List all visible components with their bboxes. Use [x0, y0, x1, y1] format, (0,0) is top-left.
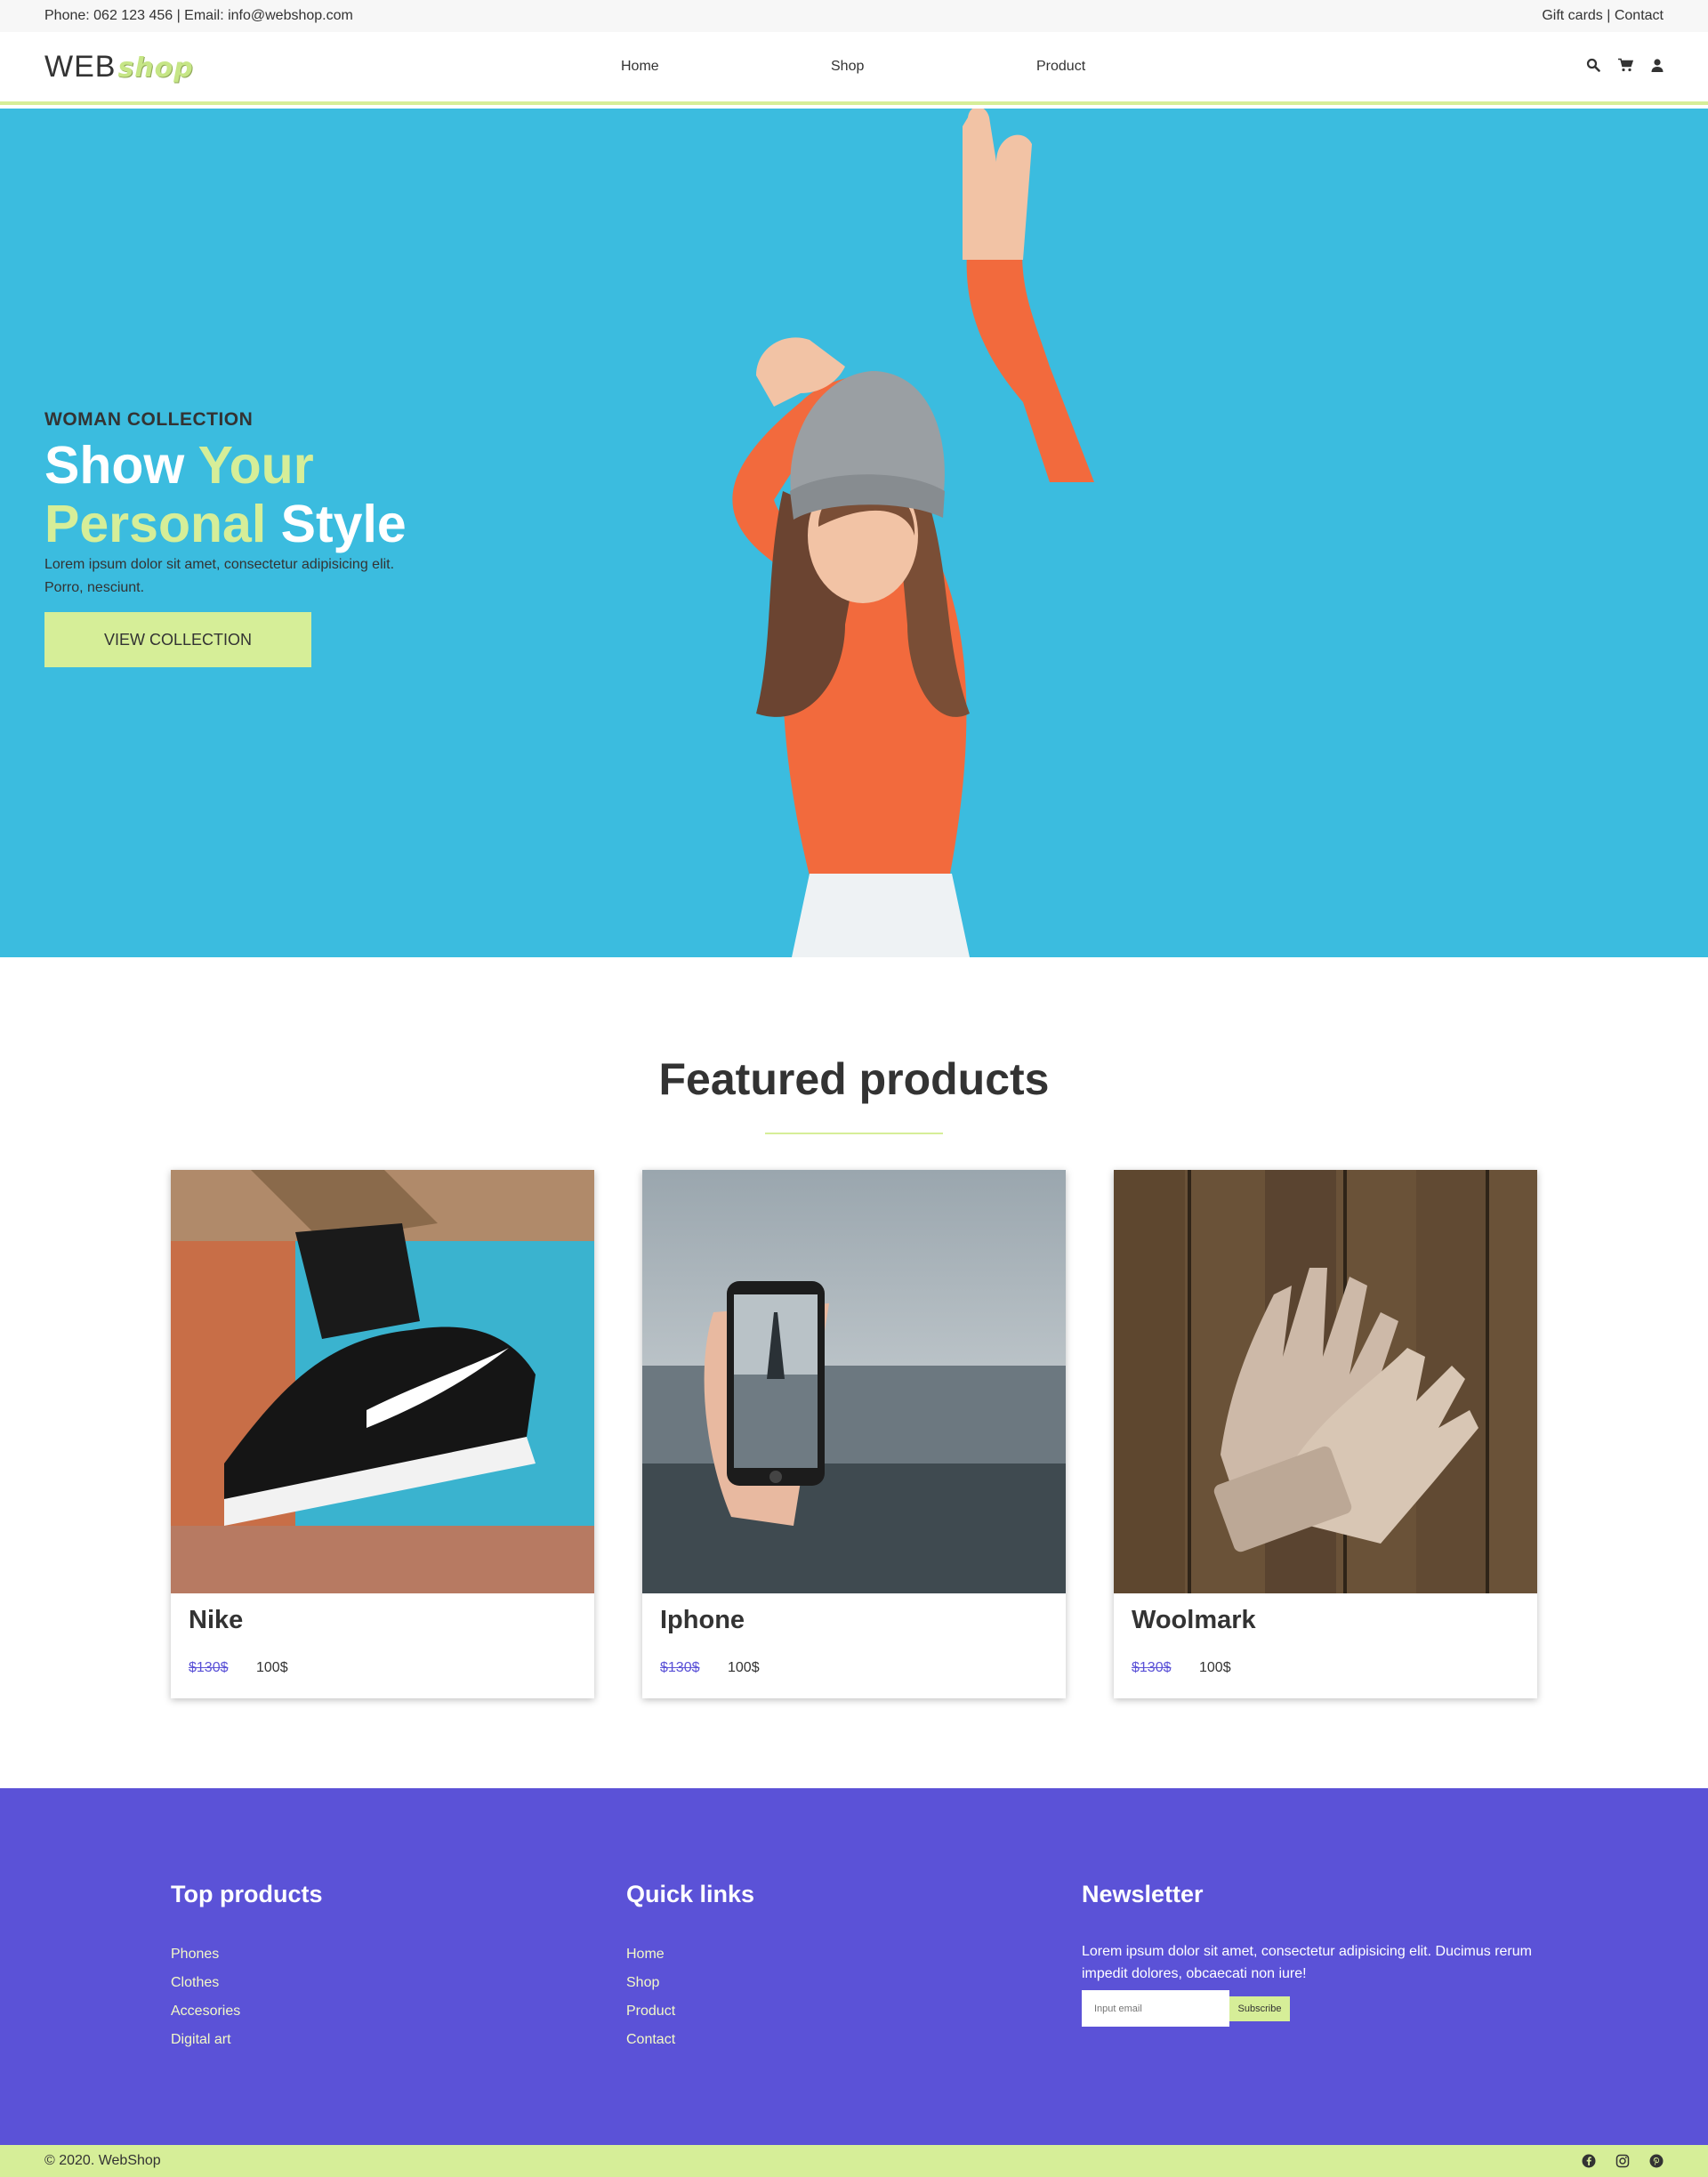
nav-product[interactable]: Product — [1036, 59, 1085, 75]
hero-description: Lorem ipsum dolor sit amet, consectetur … — [44, 557, 395, 595]
product-image-phone — [642, 1170, 1066, 1593]
featured-title: Featured products — [658, 1054, 1050, 1104]
footer-link-product[interactable]: Product — [626, 1997, 754, 2026]
footer-link-digital-art[interactable]: Digital art — [171, 2026, 322, 2054]
footer-heading: Top products — [171, 1881, 323, 1907]
product-price: 100$ — [256, 1660, 288, 1675]
bottom-bar: © 2020. WebShop — [0, 2145, 1708, 2177]
footer-newsletter: Newsletter Lorem ipsum dolor sit amet, c… — [1082, 1881, 1544, 2027]
hero-eyebrow: WOMAN COLLECTION — [44, 409, 254, 430]
facebook-icon[interactable] — [1582, 2154, 1596, 2168]
product-image-sneaker — [171, 1170, 594, 1593]
subscribe-button[interactable]: Subscribe — [1229, 1996, 1290, 2021]
cart-icon[interactable] — [1617, 57, 1633, 73]
hero-model-image — [732, 109, 1094, 957]
headline-part-1: Show — [44, 436, 198, 495]
footer-top-products: Top products Phones Clothes Accesories D… — [171, 1881, 322, 2054]
newsletter-text: Lorem ipsum dolor sit amet, consectetur … — [1082, 1944, 1532, 1981]
headline-part-2: Your — [197, 436, 314, 495]
footer-link-clothes[interactable]: Clothes — [171, 1969, 322, 1997]
product-card-iphone[interactable]: Iphone $130$ 100$ — [642, 1170, 1066, 1698]
site-footer: Top products Phones Clothes Accesories D… — [0, 1788, 1708, 2145]
headline-part-4: Style — [266, 495, 407, 553]
instagram-icon[interactable] — [1615, 2154, 1630, 2168]
logo-shop: shop — [117, 52, 194, 84]
logo-web: WEB — [44, 49, 117, 84]
product-image-gloves — [1114, 1170, 1537, 1593]
product-old-price: $130$ — [189, 1660, 229, 1675]
footer-link-contact[interactable]: Contact — [626, 2026, 754, 2054]
product-name: Nike — [189, 1606, 244, 1634]
contact-info: Phone: 062 123 456 | Email: info@webshop… — [44, 8, 353, 23]
header-icons — [1585, 57, 1665, 73]
nav-shop[interactable]: Shop — [831, 59, 864, 75]
newsletter-form: Subscribe — [1082, 1990, 1544, 2027]
search-icon[interactable] — [1585, 57, 1601, 73]
product-price: 100$ — [728, 1660, 760, 1675]
product-name: Iphone — [660, 1606, 745, 1634]
product-old-price: $130$ — [1132, 1660, 1172, 1675]
hero-text: WOMAN COLLECTION Show Your Personal Style… — [44, 409, 507, 667]
product-card-woolmark[interactable]: Woolmark $130$ 100$ — [1114, 1170, 1537, 1698]
footer-link-phones[interactable]: Phones — [171, 1940, 322, 1969]
hero-banner: WOMAN COLLECTION Show Your Personal Style… — [0, 109, 1708, 957]
copyright: © 2020. WebShop — [44, 2153, 161, 2168]
top-bar: Phone: 062 123 456 | Email: info@webshop… — [0, 0, 1708, 32]
footer-heading: Newsletter — [1082, 1881, 1204, 1907]
footer-heading: Quick links — [626, 1881, 755, 1907]
footer-link-home[interactable]: Home — [626, 1940, 754, 1969]
logo[interactable]: WEB shop — [44, 50, 194, 85]
product-name: Woolmark — [1132, 1606, 1256, 1634]
product-old-price: $130$ — [660, 1660, 700, 1675]
product-card-nike[interactable]: Nike $130$ 100$ — [171, 1170, 594, 1698]
footer-link-accesories[interactable]: Accesories — [171, 1997, 322, 2026]
view-collection-button[interactable]: VIEW COLLECTION — [44, 612, 311, 667]
email-input[interactable] — [1082, 1990, 1229, 2027]
headline-part-3: Personal — [44, 495, 267, 553]
main-nav: Home Shop Product — [0, 32, 1708, 101]
social-links — [1582, 2154, 1664, 2168]
hero-headline: Show Your Personal Style — [44, 436, 507, 553]
featured-divider — [765, 1133, 943, 1134]
nav-home[interactable]: Home — [621, 59, 659, 75]
user-icon[interactable] — [1649, 57, 1665, 73]
pinterest-icon[interactable] — [1649, 2154, 1664, 2168]
top-links[interactable]: Gift cards | Contact — [1542, 8, 1664, 24]
product-price: 100$ — [1199, 1660, 1231, 1675]
site-header: WEB shop Home Shop Product — [0, 32, 1708, 105]
footer-link-shop[interactable]: Shop — [626, 1969, 754, 1997]
footer-quick-links: Quick links Home Shop Product Contact — [626, 1881, 754, 2054]
